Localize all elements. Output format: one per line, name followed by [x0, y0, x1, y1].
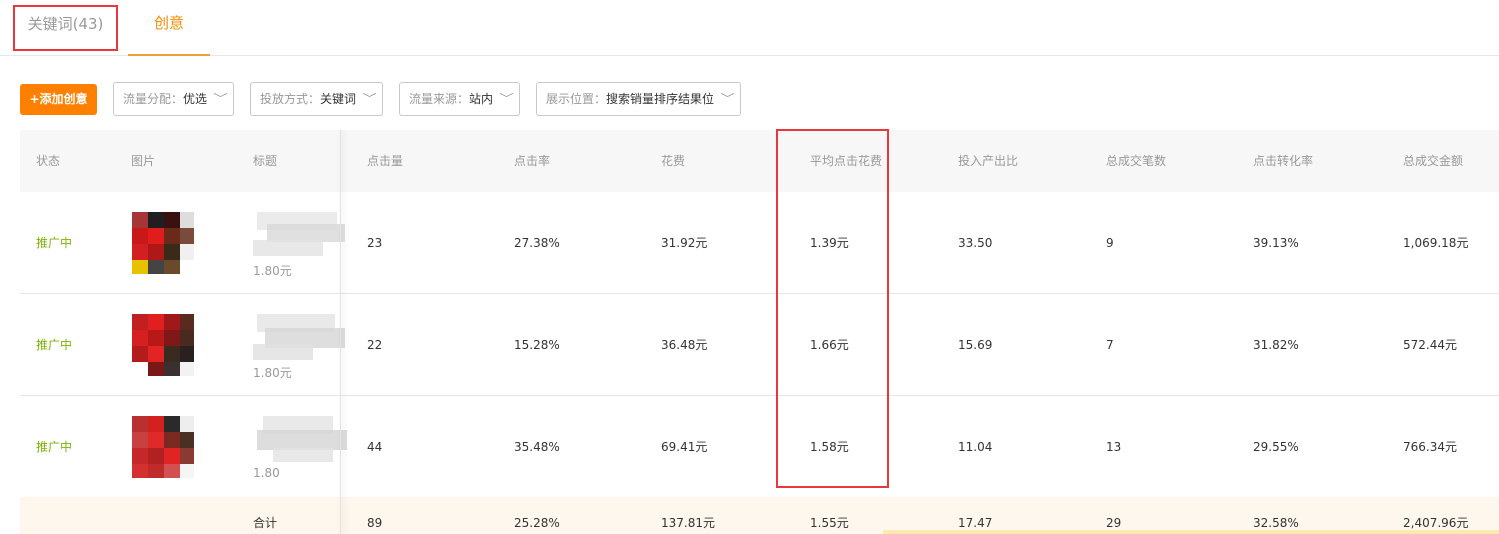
avg-cpc-cell: 1.58元 [810, 440, 849, 454]
header-roi[interactable]: 投入产出比 [958, 130, 1018, 192]
table-header: 状态 图片 标题 点击量 点击率 花费 平均点击花费 投入产出比 总成交笔数 点… [20, 130, 1499, 192]
status-label: 推广中 [36, 338, 73, 352]
filter-value: 搜索销量排序结果位 [606, 92, 715, 106]
filter-key: 流量分配： [123, 92, 184, 106]
gmv-cell: 572.44元 [1403, 338, 1457, 352]
header-avg-cpc[interactable]: 平均点击花费 [810, 130, 882, 192]
traffic-allocation-filter[interactable]: 流量分配：优选 ﹀ [113, 82, 234, 116]
delivery-method-filter[interactable]: 投放方式：关键词 ﹀ [250, 82, 383, 116]
frozen-column-divider [340, 130, 341, 534]
filter-key: 流量来源： [409, 92, 470, 106]
header-cost[interactable]: 花费 [661, 130, 685, 192]
filter-value: 站内 [469, 92, 494, 106]
tab-bar: 关键词(43) 创意 [0, 0, 1499, 56]
total-orders: 29 [1106, 516, 1122, 530]
header-orders[interactable]: 总成交笔数 [1106, 130, 1166, 192]
orders-cell: 13 [1106, 440, 1122, 454]
status-label: 推广中 [36, 440, 73, 454]
price-label: 1.80元 [253, 366, 292, 380]
display-position-filter[interactable]: 展示位置：搜索销量排序结果位 ﹀ [536, 82, 741, 116]
total-ctr: 25.28% [514, 516, 560, 530]
orders-cell: 9 [1106, 236, 1114, 250]
filter-key: 投放方式： [260, 92, 321, 106]
roi-cell: 11.04 [958, 440, 993, 454]
cost-cell: 69.41元 [661, 440, 708, 454]
product-title: 1.80元 [253, 210, 353, 280]
total-clicks: 89 [367, 516, 383, 530]
roi-cell: 15.69 [958, 338, 993, 352]
table-row: 推广中 1.80 44 35.48% 69.41元 1.58元 11.04 13… [20, 396, 1499, 498]
ctr-cell: 27.38% [514, 236, 560, 250]
product-title: 1.80 [253, 414, 353, 484]
cost-cell: 36.48元 [661, 338, 708, 352]
total-gmv: 2,407.96元 [1403, 516, 1469, 530]
add-creative-button[interactable]: +添加创意 [20, 84, 97, 115]
header-gmv[interactable]: 总成交金额 [1403, 130, 1463, 192]
chevron-down-icon: ﹀ [720, 92, 735, 105]
tab-creative[interactable]: 创意 [128, 0, 210, 56]
product-image [132, 314, 194, 376]
product-image [132, 212, 194, 274]
header-title: 标题 [253, 154, 278, 168]
clicks-cell: 22 [367, 338, 383, 352]
table-row: 推广中 1.80元 23 27.38% 31.92元 1.39元 33.50 9… [20, 192, 1499, 294]
total-avg-cpc: 1.55元 [810, 516, 849, 530]
table-total-row: 合计 89 25.28% 137.81元 1.55元 17.47 29 32.5… [20, 497, 1499, 534]
filter-value: 关键词 [320, 92, 357, 106]
filter-key: 展示位置： [546, 92, 607, 106]
status-label: 推广中 [36, 236, 73, 250]
cvr-cell: 39.13% [1253, 236, 1299, 250]
total-cost: 137.81元 [661, 516, 715, 530]
total-label: 合计 [253, 516, 278, 530]
product-title: 1.80元 [253, 312, 353, 382]
price-label: 1.80元 [253, 264, 292, 278]
header-cvr[interactable]: 点击转化率 [1253, 130, 1313, 192]
product-image [132, 416, 194, 478]
header-ctr[interactable]: 点击率 [514, 130, 550, 192]
total-cvr: 32.58% [1253, 516, 1299, 530]
filter-value: 优选 [183, 92, 208, 106]
cost-cell: 31.92元 [661, 236, 708, 250]
header-image: 图片 [131, 154, 156, 168]
ctr-cell: 15.28% [514, 338, 560, 352]
avg-cpc-cell: 1.39元 [810, 236, 849, 250]
ctr-cell: 35.48% [514, 440, 560, 454]
clicks-cell: 23 [367, 236, 383, 250]
header-status: 状态 [36, 154, 61, 168]
chevron-down-icon: ﹀ [499, 92, 514, 105]
traffic-source-filter[interactable]: 流量来源：站内 ﹀ [399, 82, 520, 116]
header-clicks[interactable]: 点击量 [367, 130, 403, 192]
cvr-cell: 29.55% [1253, 440, 1299, 454]
price-label: 1.80 [253, 466, 280, 480]
roi-cell: 33.50 [958, 236, 993, 250]
gmv-cell: 1,069.18元 [1403, 236, 1469, 250]
creative-table: 状态 图片 标题 点击量 点击率 花费 平均点击花费 投入产出比 总成交笔数 点… [20, 130, 1499, 534]
chevron-down-icon: ﹀ [362, 92, 377, 105]
clicks-cell: 44 [367, 440, 383, 454]
tab-keywords[interactable]: 关键词(43) [13, 5, 118, 51]
cvr-cell: 31.82% [1253, 338, 1299, 352]
avg-cpc-cell: 1.66元 [810, 338, 849, 352]
orders-cell: 7 [1106, 338, 1114, 352]
total-roi: 17.47 [958, 516, 993, 530]
chevron-down-icon: ﹀ [213, 92, 228, 105]
gmv-cell: 766.34元 [1403, 440, 1457, 454]
table-row: 推广中 1.80元 22 15.28% 36.48元 1.66元 15.69 7… [20, 294, 1499, 396]
horizontal-scrollbar[interactable] [883, 530, 1499, 534]
